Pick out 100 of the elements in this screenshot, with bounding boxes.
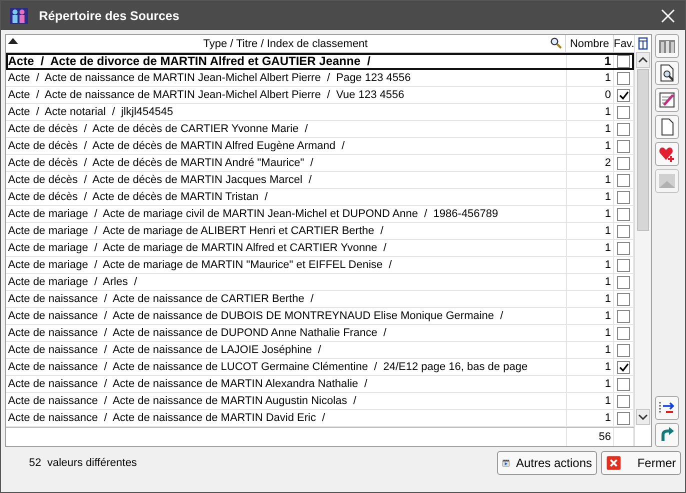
table-cell: 1 xyxy=(567,393,614,409)
table-row[interactable]: Acte de mariage / Acte de mariage civil de MARTIN Jean-Michel et DUPOND Anne / 1986-456789 1 xyxy=(6,206,634,223)
table-row[interactable]: Acte de naissance / Acte de naissance de CARTIER Berthe / 1 xyxy=(6,291,634,308)
table-row[interactable]: Acte de décès / Acte de décès de MARTIN Tristan / 1 xyxy=(6,189,634,206)
table-row[interactable]: Acte / Acte de naissance de MARTIN Jean-Michel Albert Pierre / Page 123 4556 1 xyxy=(6,70,634,87)
table-cell: 1 xyxy=(567,70,614,86)
table-cell: Acte de décès / Acte de décès de MARTIN Jacques Marcel / xyxy=(6,172,567,188)
table-cell: 1 xyxy=(567,138,614,154)
table-cell: 1 xyxy=(567,223,614,239)
favorite-checkbox[interactable] xyxy=(617,412,630,424)
table-row[interactable]: Acte de naissance / Acte de naissance de MARTIN David Eric / 1 xyxy=(6,410,634,427)
table-row[interactable]: Acte de naissance / Acte de naissance de LAJOIE Joséphine / 1 xyxy=(6,342,634,359)
table-cell: Acte / Acte notarial / jlkjl454545 xyxy=(6,104,567,120)
table-row[interactable]: Acte de décès / Acte de décès de MARTIN Alfred Eugène Armand / 1 xyxy=(6,138,634,155)
table-row[interactable]: Acte de naissance / Acte de naissance de LUCOT Germaine Clémentine / 24/E12 page 16, bas de page 1 xyxy=(6,359,634,376)
favorite-checkbox[interactable] xyxy=(617,174,630,186)
column-header[interactable]: Type / Titre / Index de classement xyxy=(6,35,566,52)
table-cell: 1 xyxy=(567,172,614,188)
favorite-checkbox[interactable] xyxy=(617,224,630,238)
table-row[interactable]: Acte de mariage / Acte de mariage de ALIBERT Henri et CARTIER Berthe / 1 xyxy=(6,223,634,240)
table-row[interactable]: Acte / Acte de naissance de MARTIN Jean-Michel Albert Pierre / Vue 123 4556 0 xyxy=(6,87,634,104)
values-count: 52 xyxy=(29,457,42,469)
favorite-checkbox[interactable] xyxy=(617,292,630,306)
favorite-checkbox[interactable] xyxy=(617,394,630,408)
columns-icon[interactable] xyxy=(638,37,648,50)
refresh-button[interactable] xyxy=(655,423,679,447)
favorite-add-button[interactable] xyxy=(655,142,679,166)
image-button[interactable] xyxy=(655,169,679,193)
table-row[interactable]: Acte de naissance / Acte de naissance de DUBOIS DE MONTREYNAUD Elise Monique Germaine / 1 xyxy=(6,308,634,325)
favorite-checkbox[interactable] xyxy=(617,54,630,68)
table-cell: Acte de naissance / Acte de naissance de DUPOND Anne Nathalie France / xyxy=(6,325,567,341)
favorite-checkbox[interactable] xyxy=(617,344,630,356)
table-cell: 1 xyxy=(567,325,614,341)
sort-icon xyxy=(8,38,18,44)
actions-button[interactable]: Autres actions xyxy=(497,451,597,475)
table-cell: 1 xyxy=(567,104,614,120)
edit-button[interactable] xyxy=(655,88,679,112)
favorite-checkbox[interactable] xyxy=(617,88,630,102)
favorite-checkbox[interactable] xyxy=(617,156,630,170)
favorite-checkbox[interactable] xyxy=(617,122,630,136)
table-row[interactable]: Acte de décès / Acte de décès de CARTIER Yvonne Marie / 1 xyxy=(6,121,634,138)
table-cell: 1 xyxy=(567,291,614,307)
favorite-checkbox[interactable] xyxy=(617,106,630,118)
new-page-button[interactable] xyxy=(655,115,679,139)
table-cell: 1 xyxy=(567,376,614,392)
column-header[interactable]: Nombre xyxy=(566,35,614,52)
table-row[interactable]: Acte de mariage / Acte de mariage de MARTIN Alfred et CARTIER Yvonne / 1 xyxy=(6,240,634,257)
table-row[interactable]: Acte de décès / Acte de décès de MARTIN André "Maurice" / 2 xyxy=(6,155,634,172)
favorite-checkbox[interactable] xyxy=(617,360,630,374)
table-row[interactable]: Acte de décès / Acte de décès de MARTIN Jacques Marcel / 1 xyxy=(6,172,634,189)
favorite-checkbox[interactable] xyxy=(617,140,630,152)
table-cell: Acte de mariage / Arles / xyxy=(6,274,567,290)
table-cell: Acte de naissance / Acte de naissance de CARTIER Berthe / xyxy=(6,291,567,307)
table-cell: 0 xyxy=(567,87,614,103)
table-cell: 1 xyxy=(567,342,614,358)
table-cell: Acte de décès / Acte de décès de MARTIN Tristan / xyxy=(6,189,567,205)
table-cell: Acte de mariage / Acte de mariage de MARTIN "Maurice" et EIFFEL Denise / xyxy=(6,257,567,273)
table-row[interactable]: Acte de naissance / Acte de naissance de MARTIN Alexandra Nathalie / 1 xyxy=(6,376,634,393)
table-cell: Acte de décès / Acte de décès de MARTIN André "Maurice" / xyxy=(6,155,567,171)
table-row[interactable]: Acte / Acte notarial / jlkjl454545 1 xyxy=(6,104,634,121)
expand-button[interactable] xyxy=(655,396,679,420)
close-icon xyxy=(606,453,622,473)
table-cell: Acte / Acte de divorce de MARTIN Alfred et GAUTIER Jeanne / xyxy=(6,53,567,69)
favorite-checkbox[interactable] xyxy=(617,72,630,84)
table-cell: Acte de naissance / Acte de naissance de MARTIN Augustin Nicolas / xyxy=(6,393,567,409)
scroll-up-icon[interactable] xyxy=(638,57,648,63)
table-cell: Acte de mariage / Acte de mariage civil de MARTIN Jean-Michel et DUPOND Anne / 1986-456789 xyxy=(6,206,567,222)
table-cell: 1 xyxy=(567,308,614,324)
favorite-checkbox[interactable] xyxy=(617,326,630,340)
table-row[interactable]: Acte de mariage / Acte de mariage de MARTIN "Maurice" et EIFFEL Denise / 1 xyxy=(6,257,634,274)
table-cell: Acte de naissance / Acte de naissance de LUCOT Germaine Clémentine / 24/E12 page 16, bas de page xyxy=(6,359,567,375)
scrollbar[interactable] xyxy=(635,52,651,425)
table-cell: 2 xyxy=(567,155,614,171)
table-cell: 1 xyxy=(567,189,614,205)
table-cell: 1 xyxy=(567,359,614,375)
favorite-checkbox[interactable] xyxy=(617,378,630,390)
favorite-checkbox[interactable] xyxy=(617,310,630,322)
favorite-checkbox[interactable] xyxy=(617,276,630,288)
table-cell: Acte de décès / Acte de décès de MARTIN Alfred Eugène Armand / xyxy=(6,138,567,154)
scroll-down-icon[interactable] xyxy=(638,414,648,420)
table-cell: 1 xyxy=(567,121,614,137)
close-icon[interactable] xyxy=(661,8,675,22)
favorite-checkbox[interactable] xyxy=(617,190,630,204)
table-cell: Acte / Acte de naissance de MARTIN Jean-Michel Albert Pierre / Page 123 4556 xyxy=(6,70,567,86)
search-icon[interactable] xyxy=(550,37,562,49)
favorite-checkbox[interactable] xyxy=(617,208,630,220)
close-button[interactable]: Fermer xyxy=(601,451,681,475)
values-label: valeurs différentes xyxy=(47,457,137,469)
favorite-checkbox[interactable] xyxy=(617,258,630,272)
column-header[interactable]: Fav. xyxy=(614,35,634,52)
preview-button[interactable] xyxy=(655,61,679,85)
favorite-checkbox[interactable] xyxy=(617,242,630,254)
heart-plus-icon xyxy=(658,145,676,163)
table-cell: 1 xyxy=(567,206,614,222)
table-row[interactable]: Acte de naissance / Acte de naissance de MARTIN Augustin Nicolas / 1 xyxy=(6,393,634,410)
table-row[interactable]: Acte de naissance / Acte de naissance de DUPOND Anne Nathalie France / 1 xyxy=(6,325,634,342)
table-row[interactable]: Acte de mariage / Arles / 1 xyxy=(6,274,634,291)
table-cell: Acte de naissance / Acte de naissance de MARTIN David Eric / xyxy=(6,410,567,426)
table-row[interactable]: Acte / Acte de divorce de MARTIN Alfred et GAUTIER Jeanne / 1 xyxy=(6,53,634,70)
total-count: 56 xyxy=(567,428,614,446)
